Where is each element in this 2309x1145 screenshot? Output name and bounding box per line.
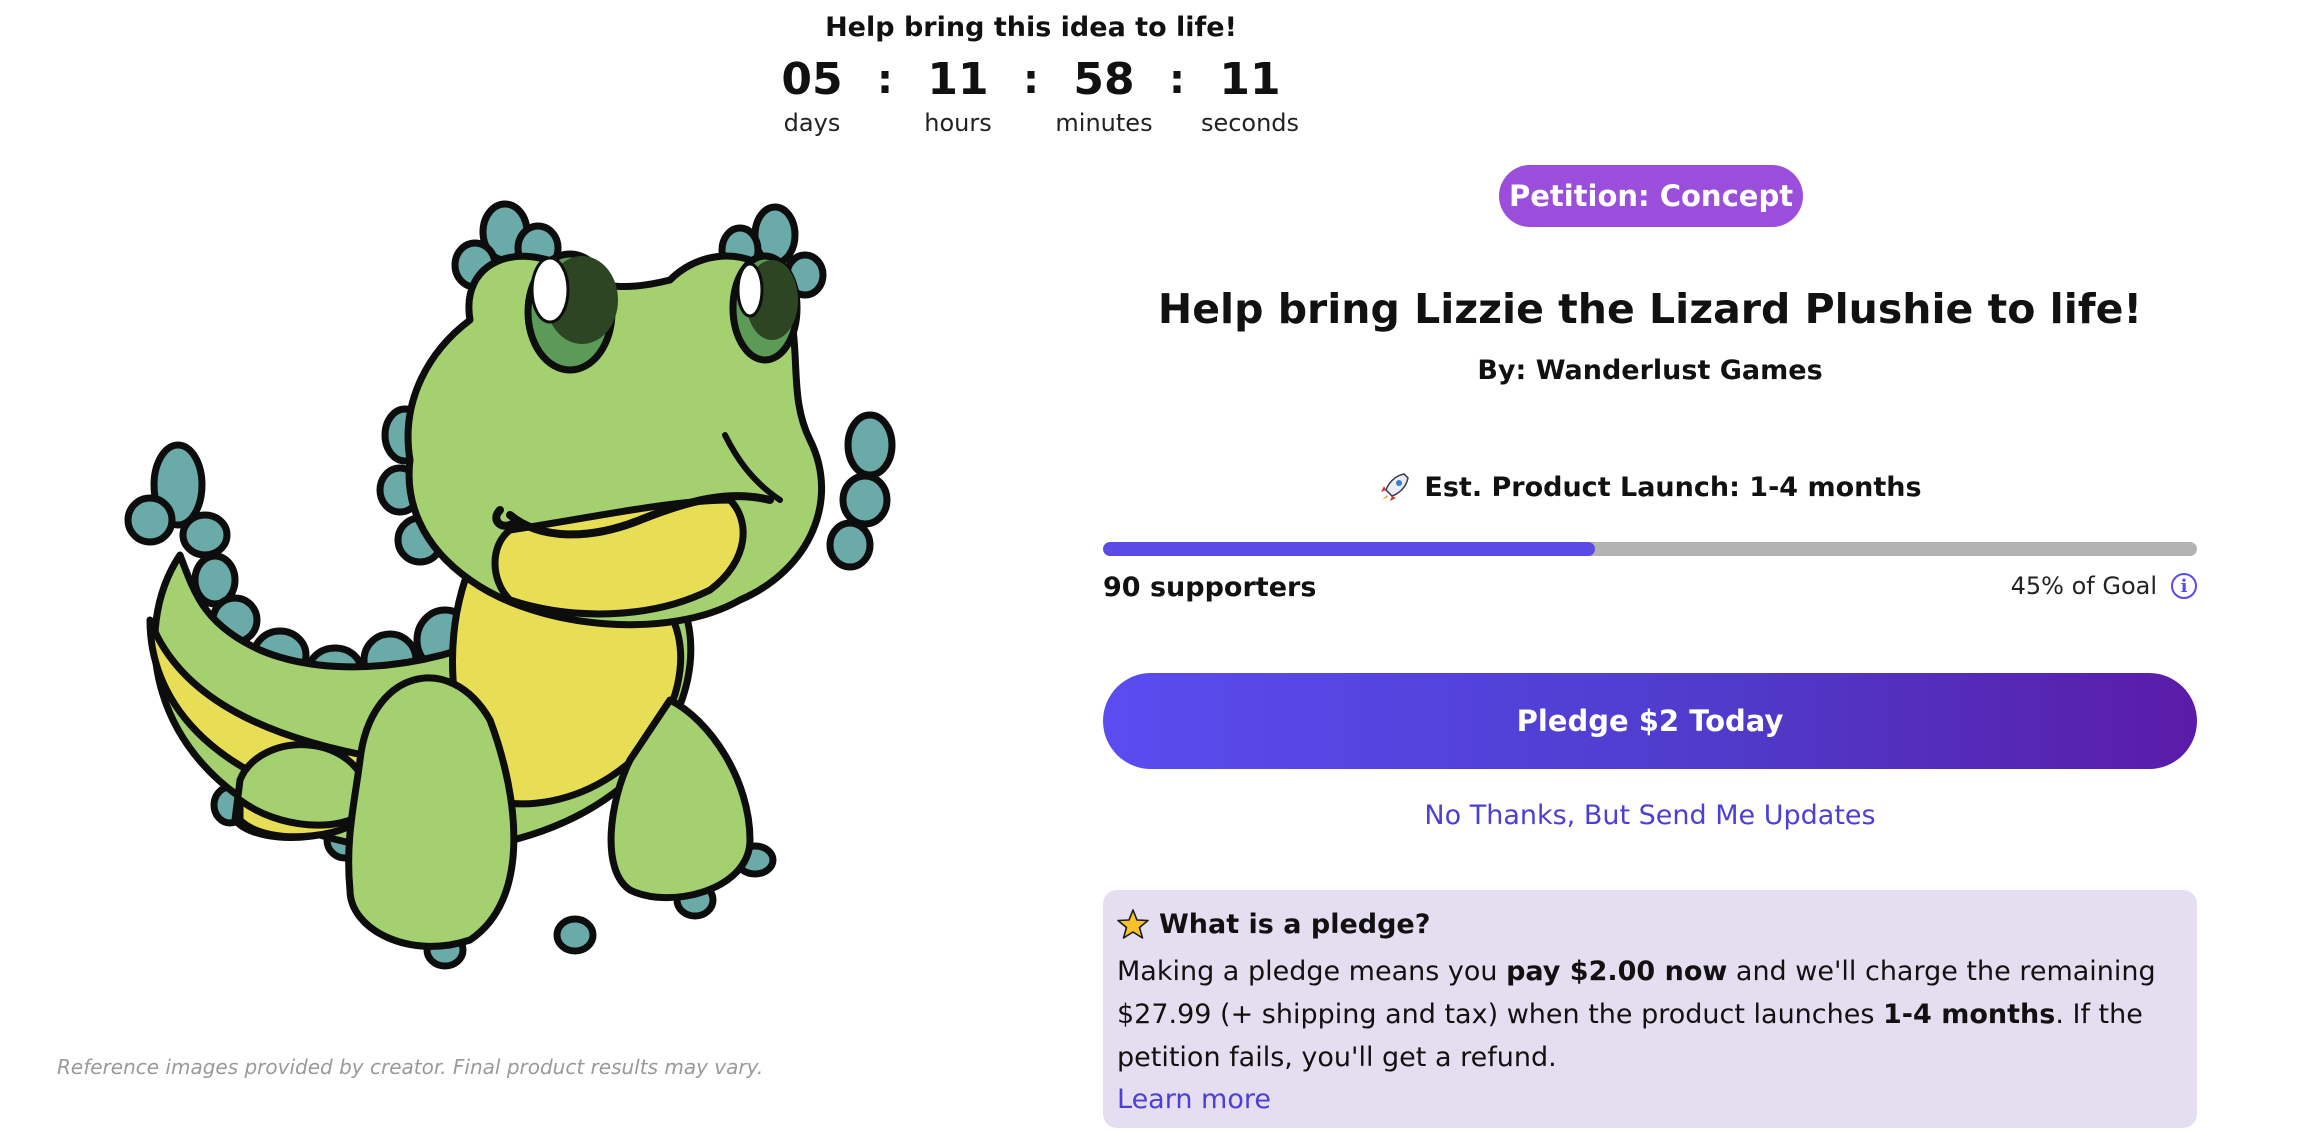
creator-name: By: Wanderlust Games [1477,355,1823,386]
days-label: days [783,109,841,137]
seconds-value: 11 [1219,54,1281,105]
send-updates-link[interactable]: No Thanks, But Send Me Updates [1103,800,2197,831]
countdown-timer: 05 days : 11 hours : 58 minutes : 11 sec… [0,52,2062,138]
launch-text: Est. Product Launch: 1-4 months [1424,471,1922,503]
pledge-info-box: What is a pledge? Making a pledge means … [1103,890,2197,1128]
image-disclaimer: Reference images provided by creator. Fi… [57,1055,764,1079]
pledge-info-title: What is a pledge? [1159,908,1431,940]
pledge-text-part: Making a pledge means you [1117,956,1507,987]
learn-more-link[interactable]: Learn more [1117,1079,2183,1121]
countdown-days: 05 days [753,52,871,138]
pledge-info-text: Making a pledge means you pay $2.00 now … [1117,950,2183,1079]
progress-fill [1103,542,1596,556]
progress-bar [1103,542,2197,556]
pledge-text-bold: 1-4 months [1883,999,2056,1030]
countdown-hours: 11 hours [899,52,1017,138]
rocket-icon [1381,473,1410,501]
pledge-text-bold: pay $2.00 now [1506,956,1728,987]
goal-text: 45% of Goal [2010,572,2157,600]
countdown-seconds: 11 seconds [1191,52,1309,138]
status-badge: Petition: Concept [1499,165,1803,227]
star-icon [1117,909,1149,939]
info-icon[interactable]: i [2171,573,2197,599]
launch-estimate: Est. Product Launch: 1-4 months [1103,470,2197,504]
pledge-info-heading: What is a pledge? [1117,908,2183,940]
minutes-label: minutes [1055,109,1153,137]
countdown-title: Help bring this idea to life! [825,12,1237,43]
lizard-plushie-image [124,200,896,970]
supporters-count: 90 supporters [1103,572,1317,603]
seconds-label: seconds [1200,109,1300,137]
pledge-button[interactable]: Pledge $2 Today [1103,673,2197,769]
hours-value: 11 [927,54,989,105]
minutes-value: 58 [1073,54,1135,105]
goal-percent: 45% of Goal i [2011,572,2197,600]
page-title: Help bring Lizzie the Lizard Plushie to … [1157,285,2143,333]
countdown-minutes: 58 minutes [1045,52,1163,138]
hours-label: hours [924,109,992,137]
separator: : [1023,57,1039,103]
days-value: 05 [781,54,843,105]
separator: : [877,57,893,103]
separator: : [1169,57,1185,103]
